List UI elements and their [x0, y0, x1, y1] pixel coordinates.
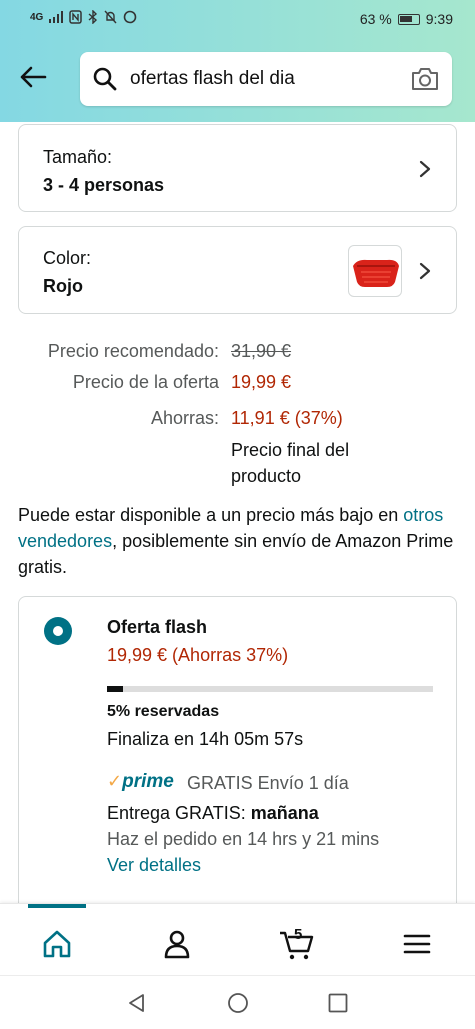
cart-button[interactable]: 5 — [277, 924, 317, 964]
battery-percent: 63 % — [359, 11, 392, 27]
bottom-nav: 5 — [0, 903, 475, 975]
system-nav-bar — [0, 975, 475, 1029]
prime-shipping: GRATIS Envío 1 día — [187, 773, 349, 793]
clock: 9:39 — [425, 11, 453, 27]
color-selector[interactable]: Color: Rojo — [18, 226, 457, 314]
account-icon[interactable] — [157, 924, 197, 964]
see-details-link[interactable]: Ver detalles — [107, 855, 201, 876]
status-bar: 4G 63 % 9:39 — [0, 0, 475, 38]
color-value: Rojo — [43, 276, 83, 296]
offer-price-label: Precio de la oferta — [72, 372, 219, 392]
final-price-note-line1: Precio final del — [231, 440, 350, 460]
claimed-progress-fill — [107, 686, 124, 692]
home-icon[interactable] — [37, 924, 77, 964]
size-label: Tamaño: — [43, 147, 113, 167]
app-header: 4G 63 % 9:39 ofertas flash del dia — [0, 0, 475, 122]
chevron-right-icon — [419, 160, 431, 178]
claimed-progress-bar — [107, 686, 433, 692]
other-sellers-notice: Puede estar disponible a un precio más b… — [18, 502, 463, 580]
flash-offer-card[interactable]: Oferta flash 19,99 € (Ahorras 37%) 5% re… — [18, 596, 457, 916]
bluetooth-icon — [88, 10, 98, 24]
reserved-percent: 5% reservadas — [107, 703, 220, 720]
battery-icon — [397, 13, 420, 25]
size-value: 3 - 4 personas — [43, 175, 165, 195]
search-input[interactable]: ofertas flash del dia — [130, 68, 295, 90]
delivery-line: Entrega GRATIS: mañana — [107, 803, 319, 824]
savings-label: Ahorras: — [150, 408, 219, 428]
cart-count-badge: 5 — [294, 926, 303, 943]
search-bar[interactable]: ofertas flash del dia — [80, 52, 452, 106]
final-price-note-line2: producto — [231, 466, 302, 486]
system-recents-icon[interactable] — [326, 991, 350, 1015]
prime-logo: prime — [122, 771, 174, 792]
savings-value: 11,91 € (37%) — [231, 408, 343, 428]
mute-bell-icon — [104, 10, 117, 24]
camera-icon[interactable] — [410, 66, 440, 92]
system-home-icon[interactable] — [226, 991, 250, 1015]
active-tab-indicator — [28, 904, 86, 908]
notice-text-before: Puede estar disponible a un precio más b… — [18, 505, 404, 525]
menu-icon[interactable] — [397, 924, 437, 964]
system-back-icon[interactable] — [125, 991, 149, 1015]
network-type: 4G — [30, 11, 44, 23]
recommended-price-value: 31,90 € — [231, 341, 292, 361]
chevron-right-icon — [419, 262, 431, 280]
flash-offer-price: 19,99 € (Ahorras 37%) — [107, 645, 289, 665]
delivery-prefix: Entrega GRATIS: — [107, 803, 251, 823]
color-label: Color: — [43, 248, 92, 268]
signal-icon — [49, 11, 64, 23]
ring-icon — [124, 10, 137, 24]
nfc-icon — [69, 10, 83, 24]
deal-ends-timer: Finaliza en 14h 05m 57s — [107, 729, 304, 749]
search-icon — [93, 67, 117, 91]
back-arrow-icon[interactable] — [18, 62, 48, 92]
flash-offer-title: Oferta flash — [107, 617, 208, 637]
delivery-day: mañana — [250, 803, 319, 823]
offer-radio-selected[interactable] — [44, 617, 72, 645]
prime-badge: ✓prime — [107, 771, 174, 793]
recommended-price-label: Precio recomendado: — [47, 341, 219, 361]
offer-price-value: 19,99 € — [231, 372, 292, 392]
prime-check-icon: ✓ — [107, 771, 123, 791]
color-swatch-image[interactable] — [348, 245, 402, 297]
order-within: Haz el pedido en 14 hrs y 21 mins — [107, 829, 380, 849]
size-selector[interactable]: Tamaño: 3 - 4 personas — [18, 124, 457, 212]
